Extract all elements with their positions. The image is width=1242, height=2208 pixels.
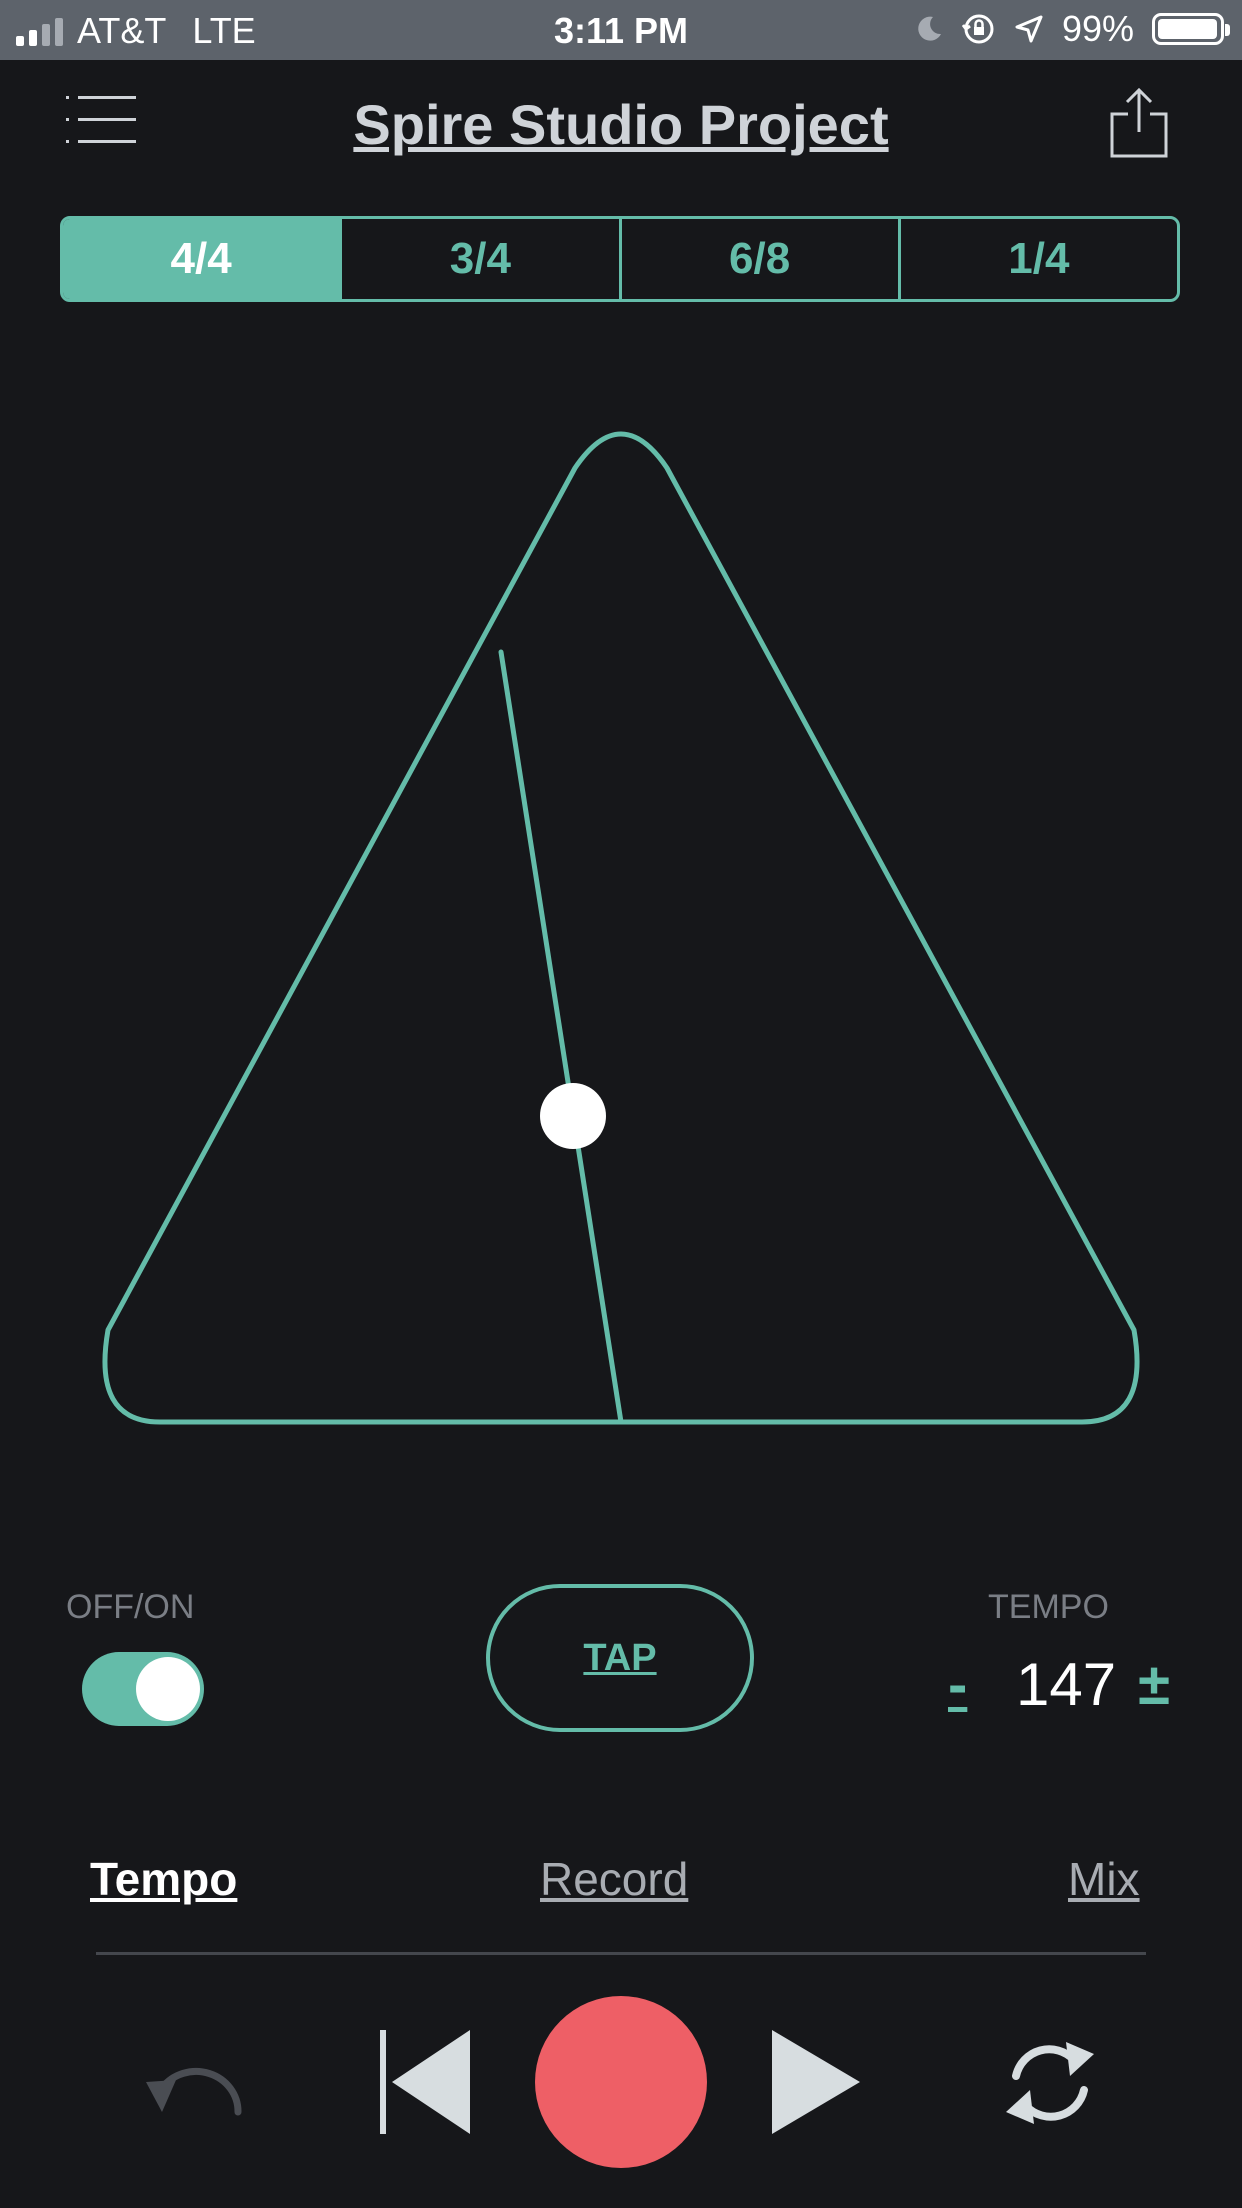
time-signature-option[interactable]: 3/4 — [339, 219, 618, 299]
tap-label: TAP — [583, 1636, 657, 1679]
skip-back-icon[interactable] — [380, 2030, 476, 2134]
status-right: 99% — [914, 8, 1230, 50]
metronome-body — [102, 431, 1140, 1425]
status-bar: AT&T LTE 3:11 PM 99% — [0, 0, 1242, 60]
battery-icon — [1152, 13, 1230, 45]
time-signature-option[interactable]: 6/8 — [618, 219, 898, 299]
battery-fill — [1158, 19, 1218, 39]
play-icon[interactable] — [770, 2030, 862, 2134]
rotation-lock-icon — [961, 14, 994, 44]
record-button[interactable] — [535, 1996, 707, 2168]
location-icon — [1015, 15, 1043, 43]
tempo-stepper: - 147 ± — [948, 1650, 1170, 1719]
time-signature-option[interactable]: 1/4 — [897, 219, 1177, 299]
tempo-increase-button[interactable]: ± — [1138, 1651, 1170, 1718]
metronome-pendulum — [498, 649, 624, 1425]
undo-icon[interactable] — [140, 2040, 250, 2130]
tab-tempo[interactable]: Tempo — [90, 1852, 237, 1906]
tab-mix[interactable]: Mix — [1068, 1852, 1140, 1906]
time-signature-option[interactable]: 4/4 — [63, 219, 340, 299]
metronome-toggle[interactable] — [82, 1652, 204, 1726]
battery-percent: 99% — [1061, 8, 1134, 49]
toggle-knob — [136, 1657, 200, 1721]
loop-icon[interactable] — [1000, 2036, 1100, 2130]
tap-button[interactable]: TAP — [486, 1584, 754, 1732]
tempo-label: TEMPO — [988, 1588, 1109, 1626]
offon-label: OFF/ON — [66, 1588, 195, 1626]
tab-record[interactable]: Record — [540, 1852, 688, 1906]
time-signature-selector: 4/4 3/4 6/8 1/4 — [60, 216, 1180, 302]
divider — [96, 1952, 1146, 1955]
tempo-value: 147 — [1016, 1651, 1117, 1718]
metronome-icon — [102, 431, 1140, 1425]
metronome-weight[interactable] — [540, 1083, 606, 1149]
moon-icon — [918, 16, 941, 41]
tempo-decrease-button[interactable]: - — [948, 1651, 982, 1718]
page-title[interactable]: Spire Studio Project — [0, 92, 1242, 157]
share-icon[interactable] — [1108, 86, 1170, 158]
